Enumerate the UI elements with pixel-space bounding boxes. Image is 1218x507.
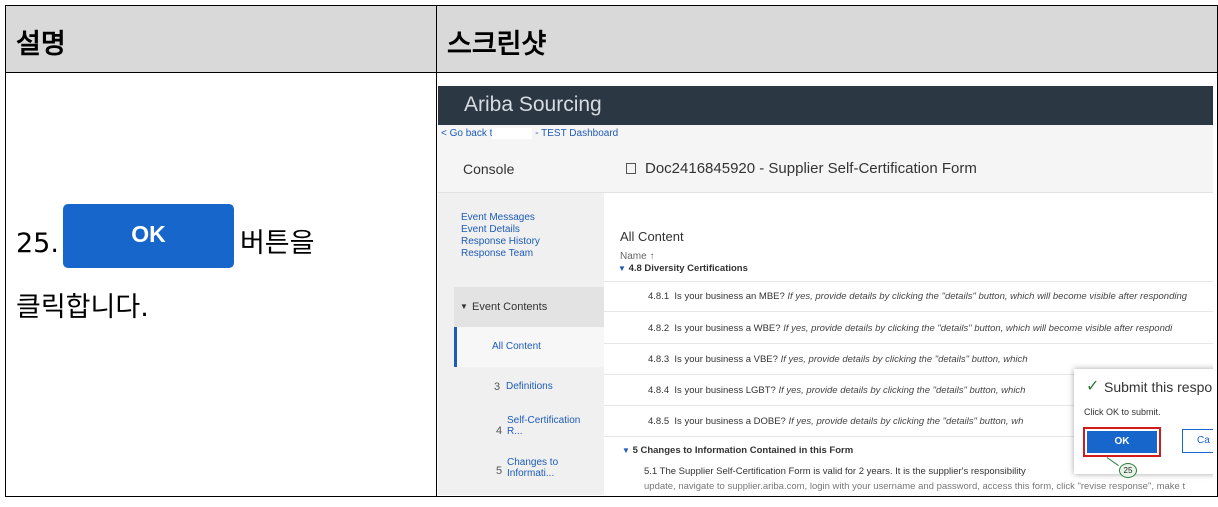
row-number: 4.8.5	[648, 416, 670, 427]
nav-links: Event Messages Event Details Response Hi…	[461, 212, 540, 260]
step-description: 25. OK 버튼을 클릭합니다.	[16, 204, 431, 338]
left-nav: Event Messages Event Details Response Hi…	[438, 193, 607, 495]
row-hint: If yes, provide details by clicking the …	[778, 385, 1026, 396]
back-link-suffix: - TEST Dashboard	[535, 128, 619, 140]
nav-link-response-history[interactable]: Response History	[461, 236, 540, 248]
step-text-line2: 클릭합니다.	[16, 292, 149, 323]
nav-item-label: Changes to Informati...	[507, 457, 559, 479]
app-brand: Ariba Sourcing	[464, 93, 602, 116]
row-divider	[604, 281, 1213, 282]
question-row[interactable]: 4.8.1 Is your business an MBE? If yes, p…	[648, 291, 1213, 302]
highlight-box: OK	[1083, 427, 1161, 457]
caret-down-icon: ▼	[618, 264, 626, 273]
nav-item-changes[interactable]: 5 Changes to Informati...	[454, 447, 604, 487]
event-contents-toggle[interactable]: ▼ Event Contents	[454, 287, 604, 327]
header-description: 설명	[16, 29, 66, 60]
name-column-header[interactable]: Name ↑	[620, 251, 654, 262]
row-hint: If yes, provide details by clicking the …	[787, 291, 1188, 302]
callout-line	[1106, 457, 1119, 466]
column-divider	[436, 6, 437, 496]
nav-link-response-team[interactable]: Response Team	[461, 248, 540, 260]
row-divider	[604, 311, 1213, 312]
row-hint: If yes, provide details by clicking the …	[780, 354, 1028, 365]
ariba-screenshot: Ariba Sourcing < Go back t - TEST Dashbo…	[438, 86, 1213, 495]
row-number: 4.8.4	[648, 385, 670, 396]
nav-item-definitions[interactable]: 3 Definitions	[454, 367, 604, 407]
nav-item-self-certification[interactable]: 4 Self-Certification R...	[454, 407, 604, 447]
nav-item-label: Definitions	[506, 381, 553, 392]
cancel-button[interactable]: Ca	[1182, 429, 1213, 453]
dialog-title: Submit this respo	[1104, 379, 1213, 395]
back-link-prefix: < Go back t	[441, 128, 493, 140]
row-number: 4.8.3	[648, 354, 670, 365]
row-number: 4.8.2	[648, 323, 670, 334]
question-row[interactable]: 4.8.3 Is your business a VBE? If yes, pr…	[648, 354, 1213, 365]
question-row-continued: update, navigate to supplier.ariba.com, …	[644, 481, 1213, 492]
row-hint: If yes, provide details by clicking the …	[783, 323, 1173, 334]
row-hint: If yes, provide details by clicking the …	[788, 416, 1024, 427]
step-number: 25.	[16, 228, 59, 259]
caret-down-icon: ▼	[622, 446, 630, 455]
all-content-title: All Content	[620, 229, 684, 244]
event-contents-label: Event Contents	[472, 301, 548, 313]
row-question: Is your business LGBT?	[674, 385, 776, 396]
ok-button[interactable]: OK	[1087, 431, 1157, 453]
header-screenshot: 스크린샷	[447, 29, 547, 60]
step-badge: 25	[1119, 463, 1137, 478]
nav-item-number: 4	[496, 425, 503, 437]
row-question: Is your business an MBE?	[674, 291, 785, 302]
back-link[interactable]: < Go back t - TEST Dashboard	[441, 128, 618, 139]
row-question: Is your business a WBE?	[674, 323, 781, 334]
row-text: 5.1 The Supplier Self-Certification Form…	[644, 466, 1026, 477]
doc-title: Doc2416845920 - Supplier Self-Certificat…	[645, 160, 977, 177]
row-question: Is your business a DOBE?	[674, 416, 786, 427]
app-header: Ariba Sourcing	[438, 86, 1213, 125]
title-bar: Console Doc2416845920 - Supplier Self-Ce…	[438, 144, 1213, 193]
step-text: 버튼을	[239, 228, 315, 259]
console-label: Console	[463, 161, 515, 177]
section-4-8[interactable]: ▼ 4.8 Diversity Certifications	[618, 263, 1213, 274]
check-icon: ✓	[1086, 378, 1100, 395]
ok-button-image: OK	[62, 204, 234, 268]
nav-link-event-details[interactable]: Event Details	[461, 224, 540, 236]
document-icon	[626, 163, 636, 174]
row-number: 4.8.1	[648, 291, 670, 302]
submit-confirm-dialog: ✓ Submit this respo Click OK to submit. …	[1074, 369, 1213, 478]
nav-item-label: All Content	[492, 341, 541, 352]
question-row[interactable]: 4.8.2 Is your business a WBE? If yes, pr…	[648, 323, 1213, 334]
section-label: 5 Changes to Information Contained in th…	[632, 445, 854, 456]
nav-item-label: Self-Certification R...	[507, 415, 581, 437]
section-label: 4.8 Diversity Certifications	[628, 263, 748, 274]
row-question: Is your business a VBE?	[674, 354, 778, 365]
row-text: update, navigate to supplier.ariba.com, …	[644, 481, 1186, 492]
table-header: 설명 스크린샷	[6, 6, 1217, 73]
row-divider	[604, 343, 1213, 344]
nav-item-number: 5	[496, 465, 503, 477]
dialog-subtitle: Click OK to submit.	[1084, 407, 1161, 417]
caret-down-icon: ▼	[460, 302, 468, 311]
nav-link-event-messages[interactable]: Event Messages	[461, 212, 540, 224]
nav-item-number: 3	[494, 381, 501, 393]
nav-item-all-content[interactable]: All Content	[454, 327, 607, 367]
redaction-mask	[492, 128, 533, 139]
